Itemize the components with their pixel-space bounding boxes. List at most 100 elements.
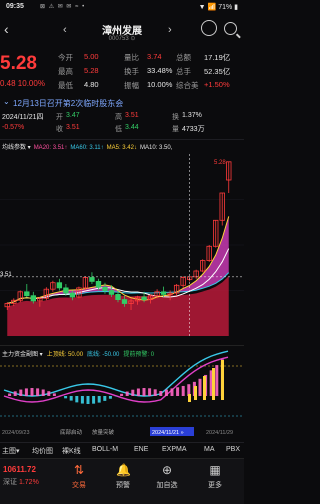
volume-bar	[75, 396, 79, 403]
quote-label: 总额	[176, 53, 191, 62]
quote-label: 振幅	[124, 81, 139, 90]
signal-bar	[212, 368, 215, 400]
toolbar-plus-button[interactable]: ⊕ 加自选	[150, 463, 184, 490]
high-value: 3.51	[125, 112, 139, 119]
plus-icon: ⊕	[161, 463, 173, 477]
candle-date: 2024/11/21四	[2, 114, 44, 121]
open-value: 3.47	[66, 112, 80, 119]
tab-item[interactable]: 均价图	[32, 446, 53, 456]
indicator-legend-item: 上顶线: 50.00	[46, 352, 84, 358]
quote-value: 33.48%	[147, 66, 173, 75]
volume-bar	[69, 396, 73, 401]
date-left-label: 2024/09/23	[2, 430, 30, 436]
last-price: 5.28	[0, 53, 37, 74]
ma-legend-item: MA5: 3.42↓	[106, 145, 137, 151]
quote-label: 最低	[58, 81, 73, 90]
volume-bar	[8, 393, 12, 396]
stock-header: ‹ ‹ 漳州发展 000753 ⊙ ›	[0, 17, 244, 47]
tab-item[interactable]: 裸K线	[62, 446, 81, 456]
low-value: 3.44	[125, 124, 139, 131]
volume-bar	[103, 396, 107, 401]
tab-item[interactable]: EXPMA	[162, 446, 187, 453]
quote-value: +1.50%	[204, 80, 230, 89]
next-stock-button[interactable]: ›	[168, 24, 172, 36]
quote-value: 5.28	[84, 66, 99, 75]
candle-body	[141, 296, 147, 300]
quote-label: 最高	[58, 67, 73, 76]
volume-label: 量	[172, 126, 179, 133]
marker-label: 底部启动	[60, 428, 83, 436]
ma-settings-button[interactable]: 均线参数 ▾	[2, 145, 31, 151]
signal-bar	[203, 376, 206, 400]
volume-value: 4733万	[182, 126, 205, 133]
volume-bar	[131, 389, 135, 396]
volume-bar	[153, 389, 157, 396]
battery-indicator: ▼ 📶 71% ▮	[198, 4, 238, 11]
candle-body	[89, 277, 95, 282]
chevron-down-icon: ⌄	[3, 97, 10, 106]
volume-bar	[198, 378, 202, 396]
volume-bar	[30, 388, 34, 396]
quote-value: 17.19亿	[204, 53, 231, 62]
quote-value: 52.35亿	[204, 67, 231, 76]
quote-value: 10.00%	[147, 80, 173, 89]
kline-chart[interactable]: 均线参数 ▾ MA20: 3.51↑ MA60: 3.11↑ MA5: 3.42↓ MA…	[0, 139, 244, 347]
volume-bar	[170, 388, 174, 396]
signal-bar	[188, 394, 191, 402]
toolbar-trade-button[interactable]: ⇅ 交易	[62, 463, 96, 490]
volume-bar	[19, 389, 23, 396]
toolbar-grid-button[interactable]: ▦ 更多	[198, 463, 232, 490]
marker-label: 放量突破	[92, 428, 115, 436]
volume-bar	[181, 385, 185, 396]
tab-item[interactable]: MA	[204, 446, 215, 453]
quote-label: 今开	[58, 53, 73, 62]
tab-item[interactable]: BOLL-M	[92, 446, 118, 453]
tab-item[interactable]: PBX	[226, 446, 240, 453]
trade-icon: ⇅	[73, 463, 85, 477]
candle-body	[24, 291, 30, 297]
ma-legend-item: MA60: 3.11↑	[70, 145, 104, 151]
tab-main[interactable]: 主图▾	[2, 446, 20, 456]
announcement-banner[interactable]: ⌄ 12月13日召开第2次临时股东会	[0, 96, 244, 110]
candle-body	[30, 295, 36, 302]
volume-bar	[215, 365, 219, 396]
index-change: 1.72%	[18, 479, 39, 486]
candle-body	[56, 282, 63, 289]
quote-value: 3.74	[147, 52, 162, 61]
ma-legend: 均线参数 ▾ MA20: 3.51↑ MA60: 3.11↑ MA5: 3.42↓ MA…	[2, 142, 178, 151]
candle-body	[108, 290, 115, 295]
grid-icon: ▦	[209, 463, 221, 477]
candle-info: 2024/11/21四 开 3.47 高 3.51 换 1.37% -0.57%…	[0, 111, 244, 137]
indicator-tabs: 主图▾ 均价图 裸K线 BOLL-M ENE EXPMA MA PBX	[0, 442, 244, 457]
volume-bar	[92, 396, 96, 404]
date-right-label: 2024/11/29	[206, 430, 233, 436]
volume-bar	[136, 388, 140, 396]
quote-label: 量比	[124, 53, 139, 62]
price-high-label: 5.28	[214, 160, 226, 166]
indicator-legend: 主力资金副图 ▾ 上顶线: 50.00 底线: -50.00 提前预警: 0	[2, 349, 162, 358]
toolbar-label: 更多	[208, 482, 222, 489]
candle-body	[69, 292, 76, 298]
volume-bar	[64, 396, 68, 399]
index-ticker[interactable]: 10611.72 深证 1.72%	[3, 465, 39, 487]
indicator-selector[interactable]: 主力资金副图 ▾	[2, 352, 43, 358]
announcement-text: 12月13日召开第2次临时股东会	[13, 99, 124, 108]
quote-label: 换手	[124, 67, 139, 76]
quote-panel: 5.28 0.48 10.00% 今开 5.00 量比 3.74 总额 17.19亿 最高 5…	[0, 50, 244, 94]
volume-bar	[13, 391, 17, 396]
candle-change: -0.57%	[2, 124, 25, 131]
quote-label: 总手	[176, 67, 191, 76]
search-icon[interactable]	[224, 22, 237, 35]
ma-legend-item: MA10: 3.50,	[139, 145, 173, 151]
volume-bar	[41, 389, 45, 396]
tab-item[interactable]: ENE	[134, 446, 148, 453]
toolbar-bell-button[interactable]: 🔔 预警	[106, 463, 140, 490]
indicator-plot: 2024/09/23 底部启动 放量突破 2024/11/21 » 2024/11/29	[0, 350, 244, 436]
status-bar: 09:35 ⊠ ⚠ ✉ ✉ ≈ • ▼ 📶 71% ▮	[0, 0, 244, 14]
date-cursor-label: 2024/11/21 »	[152, 430, 184, 436]
close-label: 收	[56, 126, 63, 133]
candlestick-plot: 5.283.51	[0, 154, 244, 336]
volume-bar	[86, 396, 90, 404]
indicator-panel[interactable]: 主力资金副图 ▾ 上顶线: 50.00 底线: -50.00 提前预警: 0 2024…	[0, 345, 244, 439]
clock-icon[interactable]	[201, 20, 217, 36]
